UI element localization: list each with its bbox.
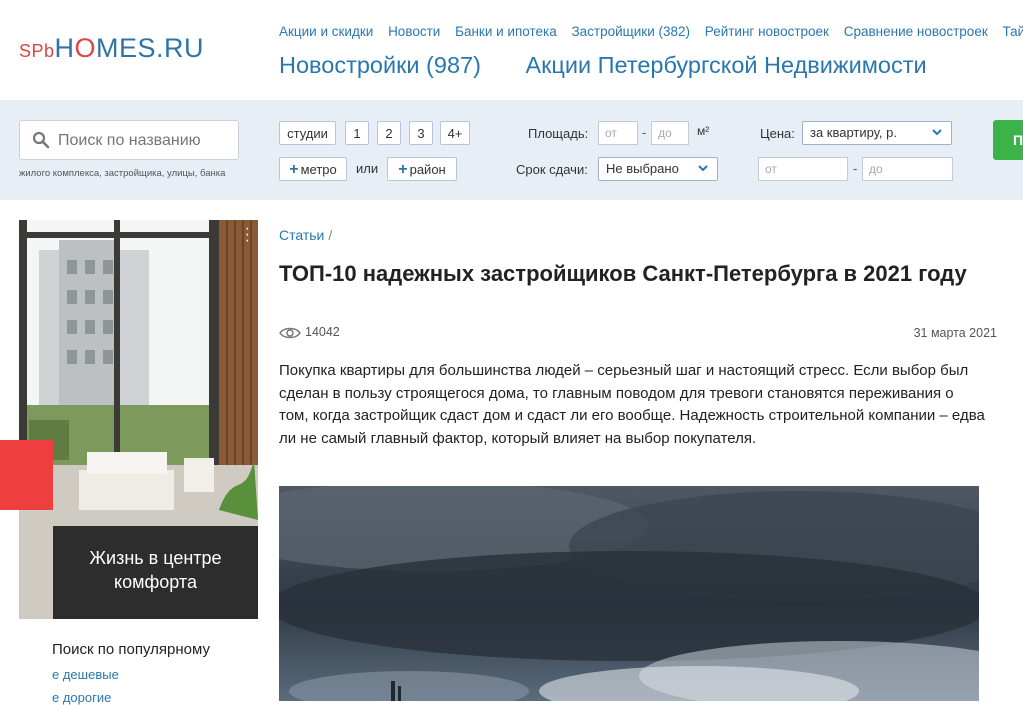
area-unit: м² [697, 124, 709, 138]
metro-button[interactable]: +метро [279, 157, 347, 181]
area-dash: - [642, 125, 646, 140]
room-filter-studio[interactable]: студии [279, 121, 336, 145]
article-photo [279, 486, 979, 701]
room-filter-2[interactable]: 2 [377, 121, 401, 145]
article-intro: Покупка квартиры для большинства людей –… [279, 360, 985, 450]
area-label: Площадь: [528, 126, 588, 141]
plus-icon: + [398, 161, 407, 178]
nav-link-banks[interactable]: Банки и ипотека [455, 24, 557, 39]
view-count: 14042 [305, 325, 340, 339]
district-button[interactable]: +район [387, 157, 457, 181]
deadline-label: Срок сдачи: [516, 162, 588, 177]
room-filter-3[interactable]: 3 [409, 121, 433, 145]
ad-caption-line: Жизнь в центре [53, 546, 258, 570]
ad-caption: Жизнь в центре комфорта [53, 546, 258, 594]
nav-link-more[interactable]: Тай [1003, 24, 1023, 39]
ad-caption-line: комфорта [53, 570, 258, 594]
room-filter-4plus[interactable]: 4+ [440, 121, 470, 145]
price-from-input[interactable]: от [758, 157, 848, 181]
site-logo[interactable]: SPbHOMES.RU [19, 33, 204, 64]
or-label: или [356, 161, 378, 176]
ad-menu-icon[interactable]: ··· [245, 226, 250, 244]
chevron-down-icon [931, 125, 943, 139]
price-dash: - [853, 161, 857, 176]
price-to-input[interactable]: до [862, 157, 953, 181]
popular-search-title: Поиск по популярному [52, 641, 210, 658]
article-title: ТОП-10 надежных застройщиков Санкт-Петер… [279, 259, 979, 288]
eye-icon [279, 326, 301, 340]
main-navigation: Новостройки (987) Акции Петербургской Не… [279, 52, 965, 79]
breadcrumb-articles[interactable]: Статьи [279, 227, 324, 243]
storm-clouds-image [279, 486, 979, 701]
nav-link-new-buildings[interactable]: Новостройки (987) [279, 52, 481, 78]
popular-link-expensive[interactable]: е дорогие [52, 690, 111, 705]
search-hint: жилого комплекса, застройщика, улицы, ба… [19, 168, 225, 179]
logo-wordmark: HOMES.RU [55, 33, 205, 63]
area-to-input[interactable]: до [651, 121, 689, 145]
search-icon [32, 131, 50, 149]
breadcrumb-separator: / [328, 227, 332, 243]
floating-red-tab[interactable] [0, 440, 53, 510]
room-filter-1[interactable]: 1 [345, 121, 369, 145]
nav-link-rating[interactable]: Рейтинг новостроек [705, 24, 829, 39]
popular-link-cheapest[interactable]: е дешевые [52, 667, 119, 682]
price-label: Цена: [760, 126, 795, 141]
nav-link-realty-promotions[interactable]: Акции Петербургской Недвижимости [525, 52, 926, 78]
nav-link-comparison[interactable]: Сравнение новостроек [844, 24, 988, 39]
show-results-button[interactable]: П [993, 120, 1023, 160]
top-navigation: Акции и скидки Новости Банки и ипотека З… [279, 24, 1023, 39]
filter-bar: жилого комплекса, застройщика, улицы, ба… [0, 100, 1023, 200]
nav-link-promotions[interactable]: Акции и скидки [279, 24, 373, 39]
plus-icon: + [289, 161, 298, 178]
area-from-input[interactable]: от [598, 121, 638, 145]
logo-prefix: SPb [19, 41, 55, 61]
breadcrumb: Статьи/ [279, 227, 332, 243]
search-input[interactable] [56, 129, 235, 153]
view-counter: 14042 [279, 325, 340, 340]
article-date: 31 марта 2021 [914, 326, 997, 340]
deadline-select[interactable]: Не выбрано [598, 157, 718, 181]
price-type-select[interactable]: за квартиру, р. [802, 121, 952, 145]
chevron-down-icon [697, 161, 709, 175]
search-box[interactable] [19, 120, 239, 160]
sidebar-advertisement[interactable]: ··· Жизнь в центре комфорта [19, 220, 258, 619]
nav-link-developers[interactable]: Застройщики (382) [572, 24, 691, 39]
nav-link-news[interactable]: Новости [388, 24, 440, 39]
